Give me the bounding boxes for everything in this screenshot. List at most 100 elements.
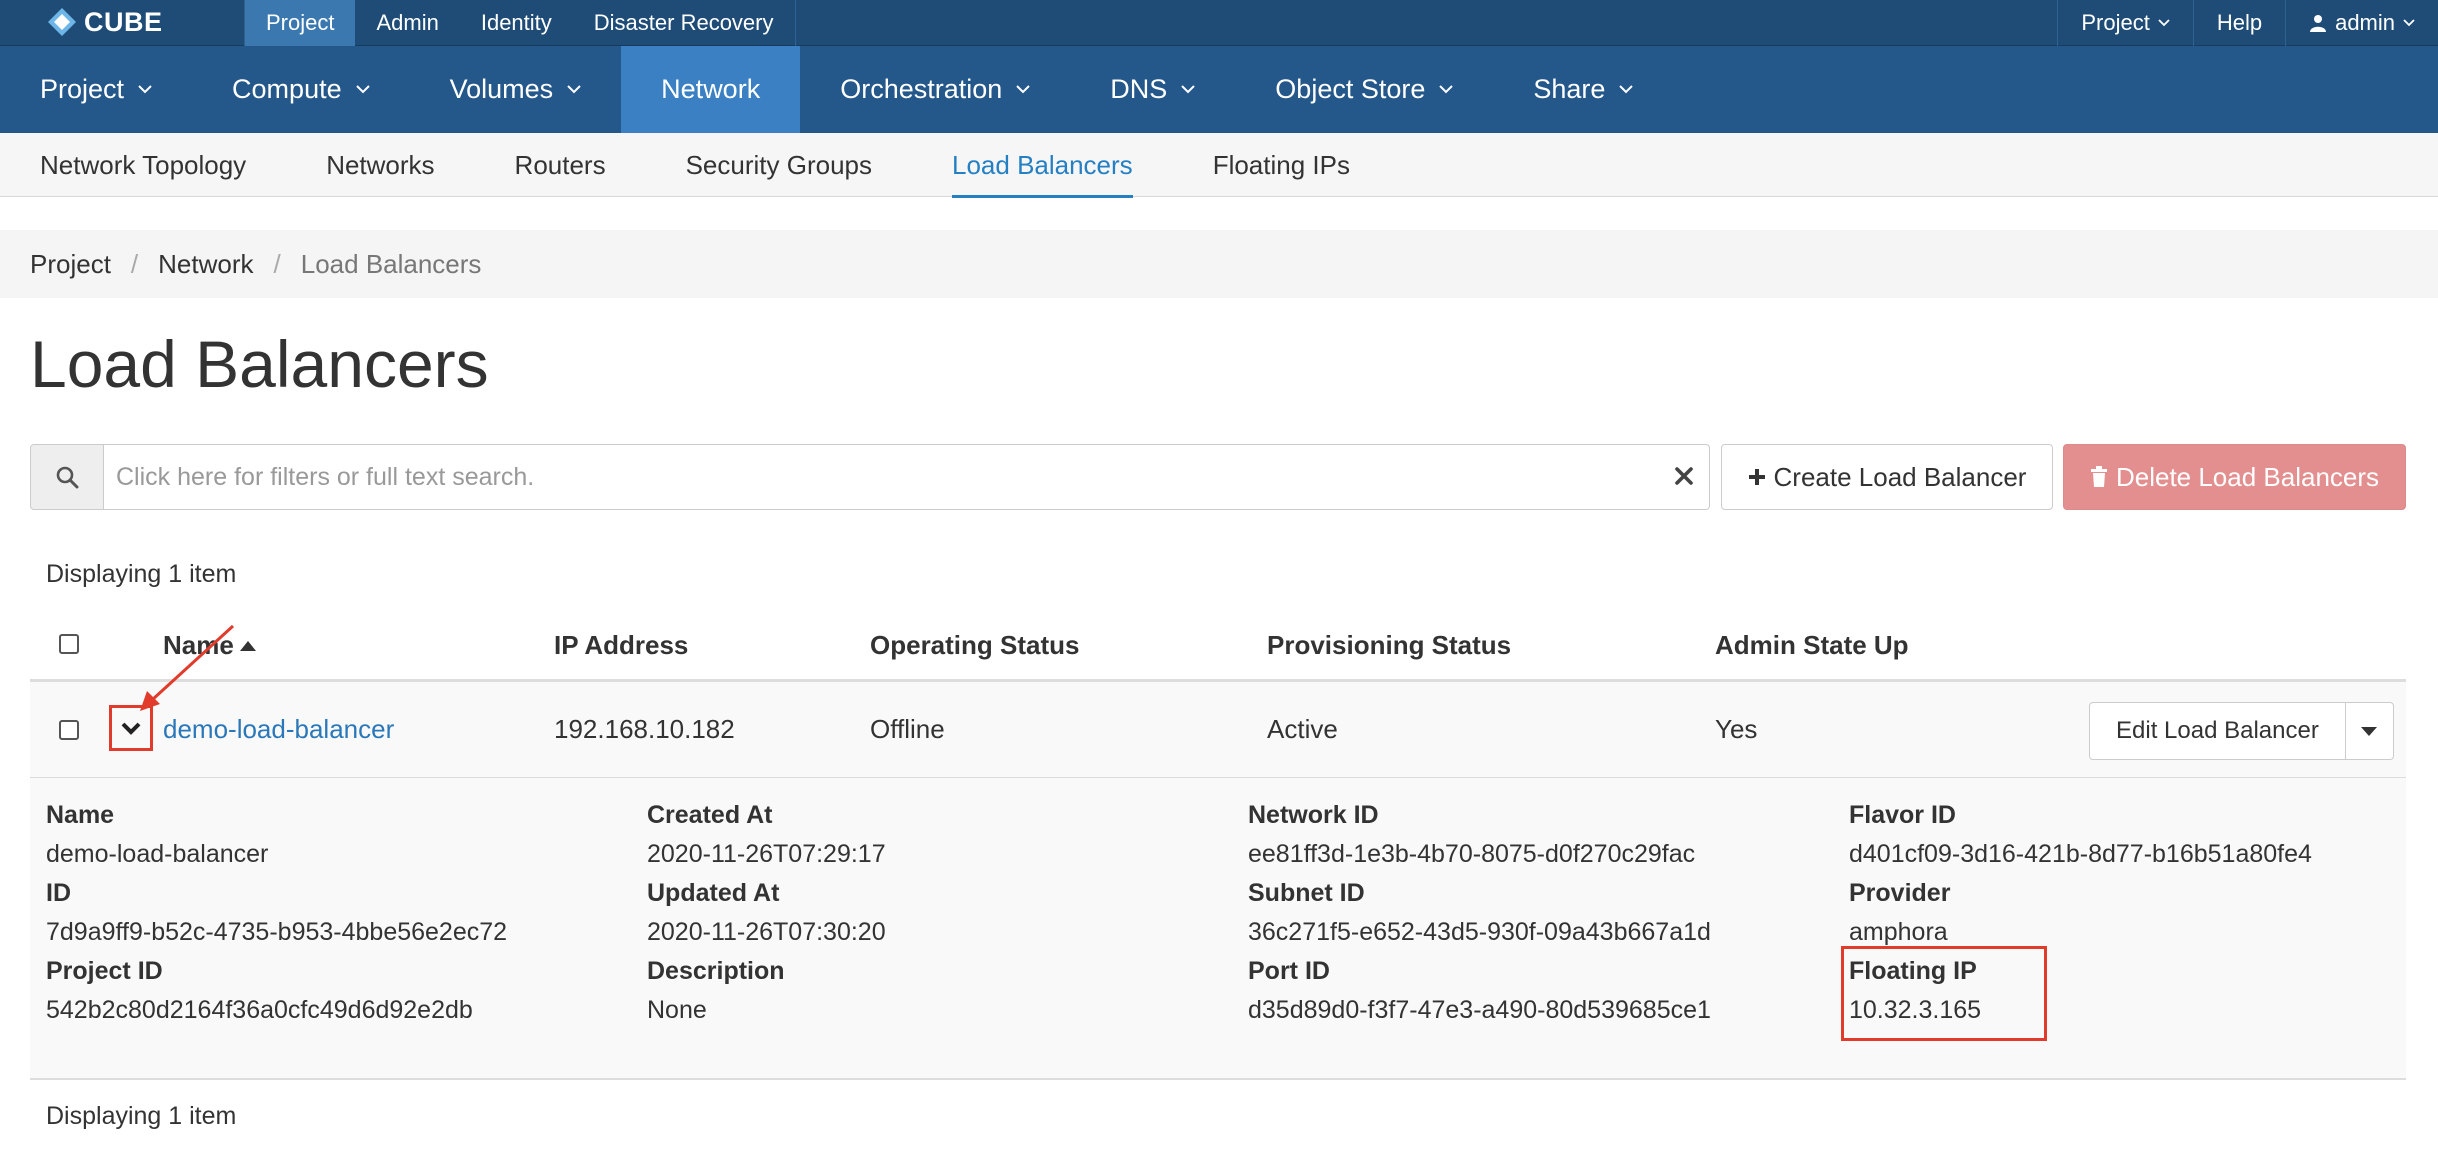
detail-column: Network ID ee81ff3d-1e3b-4b70-8075-d0f27… [1248, 796, 1711, 1030]
nav-network[interactable]: Network [621, 46, 801, 133]
nav-share-label: Share [1533, 74, 1606, 104]
chevron-down-icon [2403, 19, 2415, 27]
project-selector[interactable]: Project [2057, 0, 2192, 46]
row-checkbox[interactable] [59, 720, 79, 740]
column-header-provisioning-status[interactable]: Provisioning Status [1267, 630, 1511, 661]
load-balancer-name-link[interactable]: demo-load-balancer [163, 714, 394, 745]
chevron-down-icon [1016, 85, 1030, 94]
sub-nav: Network Topology Networks Routers Securi… [0, 133, 2438, 198]
nav-object-store[interactable]: Object Store [1235, 46, 1493, 133]
top-right-menu: Project Help admin [2057, 0, 2438, 46]
nav-compute-label: Compute [232, 74, 342, 104]
nav-share[interactable]: Share [1493, 46, 1673, 133]
subnav-routers[interactable]: Routers [515, 133, 606, 197]
chevron-down-icon [567, 85, 581, 94]
table-header: Name IP Address Operating Status Provisi… [30, 610, 2406, 682]
top-tab-project[interactable]: Project [245, 0, 356, 46]
row-expand-toggle[interactable] [109, 705, 153, 751]
trash-icon [2090, 466, 2107, 487]
detail-label: Flavor ID [1849, 801, 1956, 829]
main-nav: Project Compute Volumes Network Orchestr… [0, 46, 2438, 133]
top-tab-identity[interactable]: Identity [460, 0, 573, 46]
nav-dns[interactable]: DNS [1070, 46, 1235, 133]
sort-ascending-icon [239, 640, 256, 651]
search-button[interactable] [30, 444, 104, 510]
detail-value: None [647, 996, 707, 1024]
subnav-networks[interactable]: Networks [326, 133, 434, 197]
nav-compute[interactable]: Compute [192, 46, 410, 133]
chevron-down-icon [1619, 85, 1634, 94]
create-load-balancer-label: Create Load Balancer [1773, 461, 2027, 492]
breadcrumb-project[interactable]: Project [30, 249, 111, 280]
nav-project[interactable]: Project [0, 46, 192, 133]
user-menu[interactable]: admin [2285, 0, 2438, 46]
brand-logo[interactable]: CUBE [46, 0, 163, 44]
cell-ip-address: 192.168.10.182 [554, 714, 735, 744]
detail-label: Updated At [647, 879, 780, 907]
item-count-bottom: Displaying 1 item [46, 1102, 237, 1130]
column-header-operating-status[interactable]: Operating Status [870, 630, 1079, 661]
detail-column: Created At 2020-11-26T07:29:17 Updated A… [647, 796, 886, 1030]
column-header-ip[interactable]: IP Address [554, 630, 688, 661]
breadcrumb-separator: / [273, 248, 281, 279]
detail-value: 2020-11-26T07:29:17 [647, 840, 886, 868]
create-load-balancer-button[interactable]: Create Load Balancer [1721, 444, 2053, 510]
help-link[interactable]: Help [2192, 0, 2285, 46]
nav-object-store-label: Object Store [1275, 74, 1426, 104]
row-actions: Edit Load Balancer [2089, 702, 2394, 760]
search-input[interactable] [104, 444, 1710, 510]
edit-load-balancer-button[interactable]: Edit Load Balancer [2089, 702, 2346, 760]
item-count-top: Displaying 1 item [46, 560, 237, 588]
user-name: admin [2335, 10, 2395, 35]
chevron-down-icon [121, 722, 141, 735]
column-header-admin-state[interactable]: Admin State Up [1715, 630, 1909, 661]
detail-label: Project ID [46, 957, 163, 985]
detail-label: Port ID [1248, 957, 1330, 985]
floating-ip-highlight [1841, 946, 2047, 1041]
top-tab-disaster-recovery[interactable]: Disaster Recovery [573, 0, 795, 46]
detail-label: Description [647, 957, 785, 985]
delete-load-balancers-button[interactable]: Delete Load Balancers [2063, 444, 2406, 510]
nav-volumes[interactable]: Volumes [410, 46, 622, 133]
detail-value: 36c271f5-e652-43d5-930f-09a43b667a1d [1248, 918, 1711, 946]
cell-provisioning-status: Active [1267, 714, 1338, 744]
breadcrumb-current: Load Balancers [300, 248, 482, 279]
chevron-down-icon [138, 85, 152, 94]
breadcrumb: Project / Network / Load Balancers [0, 230, 2438, 298]
search-icon [56, 466, 79, 489]
nav-orchestration[interactable]: Orchestration [800, 46, 1070, 133]
chevron-down-icon [355, 85, 370, 94]
detail-value: 2020-11-26T07:30:20 [647, 918, 886, 946]
clear-search-icon[interactable] [1672, 464, 1696, 488]
delete-load-balancers-label: Delete Load Balancers [2115, 461, 2380, 492]
row-actions-dropdown[interactable] [2345, 702, 2394, 760]
brand-name: CUBE [84, 6, 163, 37]
cell-operating-status: Offline [870, 714, 945, 744]
subnav-network-topology[interactable]: Network Topology [40, 133, 246, 197]
subnav-floating-ips[interactable]: Floating IPs [1213, 133, 1350, 197]
user-icon [2310, 15, 2327, 32]
nav-orchestration-label: Orchestration [840, 74, 1003, 104]
chevron-down-icon [2158, 19, 2170, 27]
select-all-checkbox[interactable] [59, 634, 79, 654]
top-tab-admin[interactable]: Admin [355, 0, 459, 46]
breadcrumb-network[interactable]: Network [158, 249, 253, 280]
project-selector-label: Project [2081, 10, 2150, 35]
detail-label: Network ID [1248, 801, 1379, 829]
chevron-down-icon [1439, 85, 1454, 94]
detail-value: ee81ff3d-1e3b-4b70-8075-d0f270c29fac [1248, 840, 1696, 868]
detail-value: demo-load-balancer [46, 840, 269, 868]
nav-dns-label: DNS [1110, 74, 1168, 104]
subnav-security-groups[interactable]: Security Groups [686, 133, 872, 197]
detail-label: Created At [647, 801, 773, 829]
page-title: Load Balancers [30, 327, 489, 401]
chevron-down-icon [1181, 85, 1196, 94]
top-tabs: Project Admin Identity Disaster Recovery [244, 0, 796, 46]
breadcrumb-separator: / [130, 248, 139, 279]
plus-icon [1748, 469, 1765, 485]
column-header-name[interactable]: Name [163, 630, 256, 661]
subnav-load-balancers[interactable]: Load Balancers [952, 133, 1133, 198]
cell-admin-state-up: Yes [1715, 714, 1758, 744]
detail-label: Name [46, 801, 115, 829]
column-name-label: Name [163, 630, 234, 660]
